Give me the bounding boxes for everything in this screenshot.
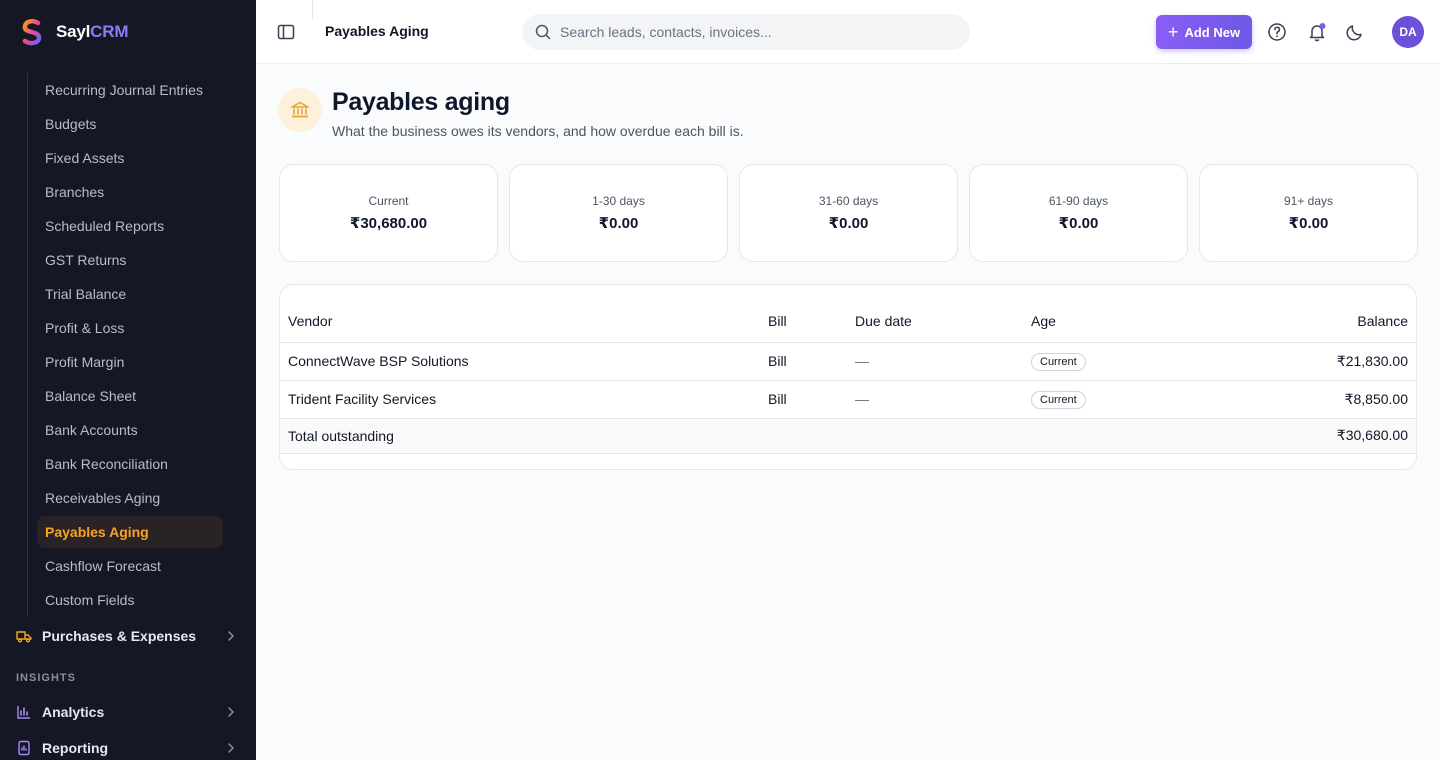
age-badge: Current — [1031, 390, 1086, 409]
sidebar-group-reporting[interactable]: Reporting — [0, 732, 256, 760]
bucket-card-31-60: 31-60 days ₹0.00 — [739, 164, 958, 262]
age-badge: Current — [1031, 352, 1086, 371]
table-row[interactable]: Trident Facility Services Bill — Current… — [280, 380, 1416, 419]
sidebar-item-trial-balance[interactable]: Trial Balance — [0, 277, 256, 311]
section-label-insights: INSIGHTS — [16, 672, 76, 684]
submenu-guide-line — [27, 73, 28, 617]
page-title: Payables aging — [332, 88, 510, 116]
payables-table-card: Vendor Bill Due date Age Balance Connect… — [279, 284, 1417, 470]
brand-logo-icon — [22, 18, 42, 46]
bill-cell: Bill — [760, 380, 847, 419]
bucket-card-91-plus: 91+ days ₹0.00 — [1199, 164, 1418, 262]
bucket-label: 1-30 days — [592, 194, 645, 208]
vendor-cell: Trident Facility Services — [280, 380, 760, 419]
column-header-balance[interactable]: Balance — [1223, 301, 1416, 343]
bucket-value: ₹0.00 — [598, 215, 639, 232]
user-avatar[interactable]: DA — [1392, 16, 1424, 48]
bucket-card-1-30: 1-30 days ₹0.00 — [509, 164, 728, 262]
due-date-cell: — — [847, 342, 1023, 381]
sidebar-group-label: Reporting — [42, 740, 109, 756]
table-row[interactable]: ConnectWave BSP Solutions Bill — Current… — [280, 342, 1416, 381]
bucket-card-61-90: 61-90 days ₹0.00 — [969, 164, 1188, 262]
sidebar-item-custom-fields[interactable]: Custom Fields — [0, 583, 256, 617]
main-content: Payables aging What the business owes it… — [256, 64, 1440, 760]
sidebar-item-receivables-aging[interactable]: Receivables Aging — [0, 481, 256, 515]
sidebar-item-fixed-assets[interactable]: Fixed Assets — [0, 141, 256, 175]
aging-buckets: Current ₹30,680.00 1-30 days ₹0.00 31-60… — [279, 164, 1418, 262]
payables-table: Vendor Bill Due date Age Balance Connect… — [280, 301, 1416, 454]
chevron-right-icon — [228, 743, 235, 753]
truck-icon — [16, 628, 32, 644]
search-bar[interactable] — [522, 14, 970, 50]
brand-name: SaylCRM — [56, 22, 129, 41]
column-header-age[interactable]: Age — [1023, 301, 1223, 343]
page-subtitle: What the business owes its vendors, and … — [332, 123, 744, 139]
column-header-due-date[interactable]: Due date — [847, 301, 1023, 343]
brand[interactable]: SaylCRM — [0, 0, 256, 64]
column-header-bill[interactable]: Bill — [760, 301, 847, 343]
report-icon — [16, 740, 32, 756]
total-value: ₹30,680.00 — [1223, 418, 1416, 454]
balance-cell: ₹21,830.00 — [1223, 342, 1416, 381]
bucket-value: ₹0.00 — [828, 215, 869, 232]
bar-chart-icon — [16, 704, 32, 720]
bucket-label: 91+ days — [1283, 194, 1334, 208]
age-cell: Current — [1023, 380, 1223, 419]
bucket-card-current: Current ₹30,680.00 — [279, 164, 498, 262]
due-date-cell: — — [847, 380, 1023, 419]
sidebar-item-gst-returns[interactable]: GST Returns — [0, 243, 256, 277]
bank-icon — [278, 88, 322, 132]
sidebar-item-budgets[interactable]: Budgets — [0, 107, 256, 141]
sidebar-item-cashflow-forecast[interactable]: Cashflow Forecast — [0, 549, 256, 583]
topbar-divider — [312, 0, 313, 20]
add-new-button[interactable]: + Add New — [1156, 15, 1252, 49]
notification-bell-icon[interactable] — [1306, 21, 1328, 43]
help-icon[interactable] — [1266, 21, 1288, 43]
sidebar-item-profit-loss[interactable]: Profit & Loss — [0, 311, 256, 345]
search-input[interactable] — [560, 24, 960, 40]
topbar: Payables Aging + Add New DA — [256, 0, 1440, 64]
age-cell: Current — [1023, 342, 1223, 381]
bucket-label: 61-90 days — [1048, 194, 1109, 208]
total-row: Total outstanding ₹30,680.00 — [280, 418, 1416, 454]
bucket-label: Current — [368, 194, 409, 208]
search-icon — [535, 24, 551, 40]
bucket-value: ₹0.00 — [1058, 215, 1099, 232]
add-new-label: Add New — [1184, 24, 1241, 40]
sidebar-group-purchases-expenses[interactable]: Purchases & Expenses — [0, 620, 256, 652]
sidebar-item-bank-reconciliation[interactable]: Bank Reconciliation — [0, 447, 256, 481]
sidebar-item-bank-accounts[interactable]: Bank Accounts — [0, 413, 256, 447]
sidebar-toggle-icon[interactable] — [276, 22, 296, 42]
table-header-row: Vendor Bill Due date Age Balance — [280, 301, 1416, 343]
bucket-value: ₹30,680.00 — [349, 215, 428, 232]
vendor-cell: ConnectWave BSP Solutions — [280, 342, 760, 381]
column-header-vendor[interactable]: Vendor — [280, 301, 760, 343]
breadcrumb: Payables Aging — [325, 23, 429, 39]
bill-cell: Bill — [760, 342, 847, 381]
bucket-value: ₹0.00 — [1288, 215, 1329, 232]
sidebar-item-balance-sheet[interactable]: Balance Sheet — [0, 379, 256, 413]
balance-cell: ₹8,850.00 — [1223, 380, 1416, 419]
total-label: Total outstanding — [280, 418, 1223, 454]
dark-mode-moon-icon[interactable] — [1344, 21, 1366, 43]
bucket-label: 31-60 days — [818, 194, 879, 208]
sidebar-item-scheduled-reports[interactable]: Scheduled Reports — [0, 209, 256, 243]
sidebar-item-branches[interactable]: Branches — [0, 175, 256, 209]
sidebar-item-recurring-journal-entries[interactable]: Recurring Journal Entries — [0, 73, 256, 107]
chevron-right-icon — [228, 707, 235, 717]
finance-submenu: Recurring Journal Entries Budgets Fixed … — [0, 73, 256, 617]
plus-icon: + — [1167, 22, 1179, 42]
sidebar-item-payables-aging[interactable]: Payables Aging — [37, 516, 223, 548]
chevron-right-icon — [228, 631, 235, 641]
sidebar: SaylCRM Recurring Journal Entries Budget… — [0, 0, 256, 760]
sidebar-group-label: Analytics — [42, 704, 105, 720]
sidebar-group-label: Purchases & Expenses — [42, 628, 197, 644]
sidebar-item-profit-margin[interactable]: Profit Margin — [0, 345, 256, 379]
sidebar-group-analytics[interactable]: Analytics — [0, 696, 256, 728]
